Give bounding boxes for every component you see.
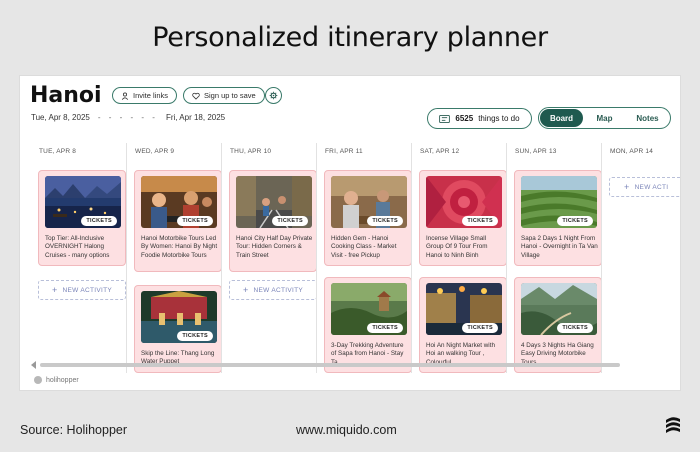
tickets-badge: TICKETS (462, 216, 498, 226)
day-date: THU, APR 10 (230, 148, 272, 155)
new-activity-button[interactable]: + NEW ACTIVITY (38, 280, 126, 300)
view-tab-notes[interactable]: Notes (626, 109, 669, 127)
page-headline: Personalized itinerary planner (152, 22, 548, 53)
activity-title: Top Tier: All-Inclusive OVERNIGHT Halong… (45, 235, 110, 259)
miquido-logo-icon (666, 417, 680, 433)
sign-up-label: Sign up to save (204, 91, 256, 100)
invite-links-label: Invite links (133, 91, 169, 100)
tickets-badge: TICKETS (367, 216, 403, 226)
heart-icon (192, 92, 200, 100)
activity-card[interactable]: TICKETS Hanoi Motorbike Tours Led By Wom… (134, 170, 222, 272)
view-tab-map[interactable]: Map (583, 109, 626, 127)
scroll-left-arrow[interactable] (31, 361, 36, 369)
things-count: 6525 (455, 114, 474, 123)
day-column: THU, APR 10 TICKETS Hanoi City Half Day … (221, 143, 317, 373)
day-date: MON, APR 14 (610, 148, 654, 155)
activity-card[interactable]: TICKETS 3-Day Trekking Adventure of Sapa… (324, 277, 412, 373)
invite-links-button[interactable]: Invite links (112, 87, 178, 104)
activity-title: Hanoi Motorbike Tours Led By Women: Hano… (141, 235, 218, 259)
plus-icon: + (242, 284, 249, 295)
source-caption: Source: Holihopper (20, 423, 128, 437)
activity-card[interactable]: TICKETS Hidden Gem - Hanoi Cooking Class… (324, 170, 412, 266)
new-activity-label: NEW ACTI (634, 183, 669, 191)
day-date: WED, APR 9 (135, 148, 175, 155)
activity-title: Incense Village Small Group Of 9 Tour Fr… (426, 235, 488, 259)
settings-button[interactable] (265, 87, 282, 104)
activity-title: Sapa 2 Days 1 Night From Hanoi - Overnig… (521, 235, 598, 259)
activity-card[interactable]: TICKETS Incense Village Small Group Of 9… (419, 170, 507, 266)
new-activity-button[interactable]: + NEW ACTIVITY (229, 280, 317, 300)
tickets-badge: TICKETS (81, 216, 117, 226)
tickets-badge: TICKETS (177, 216, 213, 226)
day-column: TUE, APR 8 TICKETS Top Tier: All-Inclusi… (31, 143, 126, 373)
day-column: FRI, APR 11 TICKETS Hidden Gem - Hanoi C… (316, 143, 412, 373)
day-date: FRI, APR 11 (325, 148, 363, 155)
tickets-badge: TICKETS (462, 323, 498, 333)
itinerary-board: TUE, APR 8 TICKETS Top Tier: All-Inclusi… (31, 143, 680, 373)
user-icon (121, 92, 129, 100)
new-activity-label: NEW ACTIVITY (253, 286, 304, 294)
activity-card[interactable]: TICKETS Skip the Line: Thang Long Water … (134, 285, 222, 373)
tickets-badge: TICKETS (557, 323, 593, 333)
day-date: SUN, APR 13 (515, 148, 557, 155)
day-date: TUE, APR 8 (39, 148, 77, 155)
activity-card[interactable]: TICKETS 4 Days 3 Nights Ha Giang Easy Dr… (514, 277, 602, 373)
site-caption: www.miquido.com (296, 423, 397, 437)
tickets-badge: TICKETS (367, 323, 403, 333)
date-separator: - - - - - - (97, 113, 158, 122)
tickets-badge: TICKETS (272, 216, 308, 226)
holihopper-brand: holihopper (34, 376, 79, 384)
activity-card[interactable]: TICKETS Hoi An Night Market with Hoi an … (419, 277, 507, 373)
city-title: Hanoi (30, 83, 102, 108)
planner-app-window: Hanoi Invite links Sign up to save Tue, … (19, 75, 681, 391)
holihopper-brand-text: holihopper (46, 376, 79, 384)
activity-card[interactable]: TICKETS Hanoi City Half Day Private Tour… (229, 170, 317, 272)
day-date: SAT, APR 12 (420, 148, 460, 155)
horizontal-scrollbar[interactable] (40, 363, 620, 367)
day-column: SAT, APR 12 TICKETS Incense Village Smal… (411, 143, 507, 373)
day-column: WED, APR 9 TICKETS Hanoi Motorbike Tours… (126, 143, 222, 373)
plus-icon: + (624, 181, 630, 192)
sign-up-button[interactable]: Sign up to save (183, 87, 265, 104)
new-activity-button[interactable]: + NEW ACTI (609, 177, 680, 197)
things-label: things to do (478, 114, 520, 123)
view-tab-board[interactable]: Board (540, 109, 583, 127)
activity-title: Hanoi City Half Day Private Tour: Hidden… (236, 235, 313, 259)
day-column: SUN, APR 13 TICKETS Sapa 2 Days 1 Night … (506, 143, 602, 373)
end-date: Fri, Apr 18, 2025 (165, 113, 226, 122)
list-icon (439, 114, 451, 123)
activity-title: Hidden Gem - Hanoi Cooking Class - Marke… (331, 235, 397, 259)
activity-card[interactable]: TICKETS Sapa 2 Days 1 Night From Hanoi -… (514, 170, 602, 266)
trip-date-range[interactable]: Tue, Apr 8, 2025 - - - - - - Fri, Apr 18… (31, 113, 225, 122)
things-to-do-button[interactable]: 6525 things to do (427, 108, 532, 129)
view-toggle: Board Map Notes (538, 107, 671, 129)
day-column: MON, APR 14 + NEW ACTI (601, 143, 680, 373)
start-date: Tue, Apr 8, 2025 (31, 113, 90, 122)
new-activity-label: NEW ACTIVITY (62, 286, 113, 294)
activity-card[interactable]: TICKETS Top Tier: All-Inclusive OVERNIGH… (38, 170, 126, 266)
tickets-badge: TICKETS (177, 331, 213, 341)
tickets-badge: TICKETS (557, 216, 593, 226)
gear-icon (269, 91, 278, 100)
plus-icon: + (51, 284, 58, 295)
holihopper-logo-icon (34, 376, 42, 384)
